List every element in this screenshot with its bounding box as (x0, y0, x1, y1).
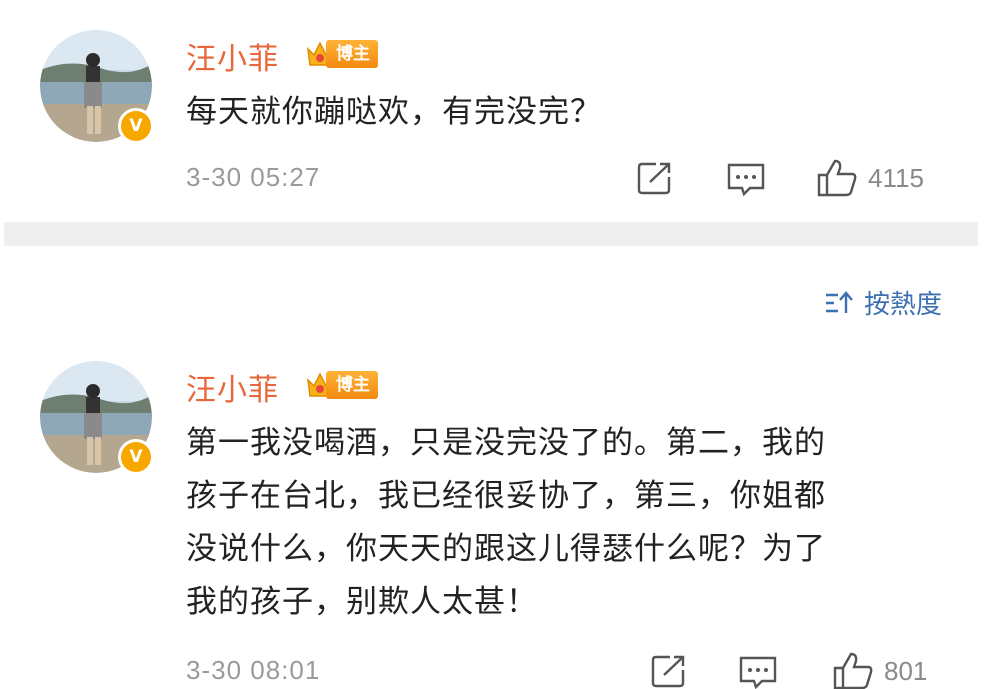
comment-text: 第一我没喝酒，只是没完没了的。第二，我的 孩子在台北，我已经很妥协了，第三，你姐… (186, 417, 946, 629)
like-count: 4115 (868, 162, 924, 193)
share-icon (651, 655, 685, 688)
thumbs-up-icon (817, 159, 857, 197)
blogger-badge: 博主 (306, 369, 378, 401)
like-button[interactable]: 4115 (816, 158, 924, 198)
share-button[interactable] (636, 160, 674, 196)
like-button[interactable]: 801 (832, 651, 927, 689)
thumbs-up-icon (833, 652, 873, 689)
share-icon (637, 162, 671, 195)
comment-icon (739, 656, 777, 689)
avatar[interactable]: V (40, 30, 154, 144)
verified-badge: V (118, 108, 154, 144)
username[interactable]: 汪小菲 (186, 34, 279, 78)
badge-label: 博主 (326, 40, 378, 68)
share-button[interactable] (650, 653, 688, 689)
comment-item: V 汪小菲 博主 每天就你蹦哒欢，有完没完？ 3-30 05:27 4115 (0, 0, 1000, 222)
comment-text: 每天就你蹦哒欢，有完没完？ (186, 86, 946, 139)
blogger-badge: 博主 (306, 38, 378, 70)
username[interactable]: 汪小菲 (186, 365, 279, 409)
section-divider (4, 222, 978, 246)
timestamp: 3-30 05:27 (186, 162, 321, 192)
like-count: 801 (884, 655, 928, 686)
verified-badge: V (118, 439, 154, 475)
sort-icon (825, 290, 853, 313)
comment-line: 没说什么，你天天的跟这儿得瑟什么呢？为了 (186, 531, 826, 567)
comment-line: 我的孩子，别欺人太甚！ (186, 584, 538, 620)
sort-label: 按熱度 (863, 290, 942, 320)
comment-button[interactable] (726, 160, 766, 198)
comment-line: 孩子在台北，我已经很妥协了，第三，你姐都 (186, 478, 826, 514)
timestamp: 3-30 08:01 (186, 655, 321, 685)
comment-line: 第一我没喝酒，只是没完没了的。第二，我的 (186, 425, 826, 461)
comment-button[interactable] (738, 653, 778, 689)
comment-item: V 汪小菲 博主 第一我没喝酒，只是没完没了的。第二，我的 孩子在台北，我已经很… (0, 345, 1000, 689)
sort-toggle[interactable]: 按熱度 (824, 284, 942, 321)
badge-label: 博主 (326, 371, 378, 399)
comment-icon (727, 163, 765, 197)
comment-line: 每天就你蹦哒欢，有完没完？ (186, 94, 602, 130)
avatar[interactable]: V (40, 361, 154, 475)
